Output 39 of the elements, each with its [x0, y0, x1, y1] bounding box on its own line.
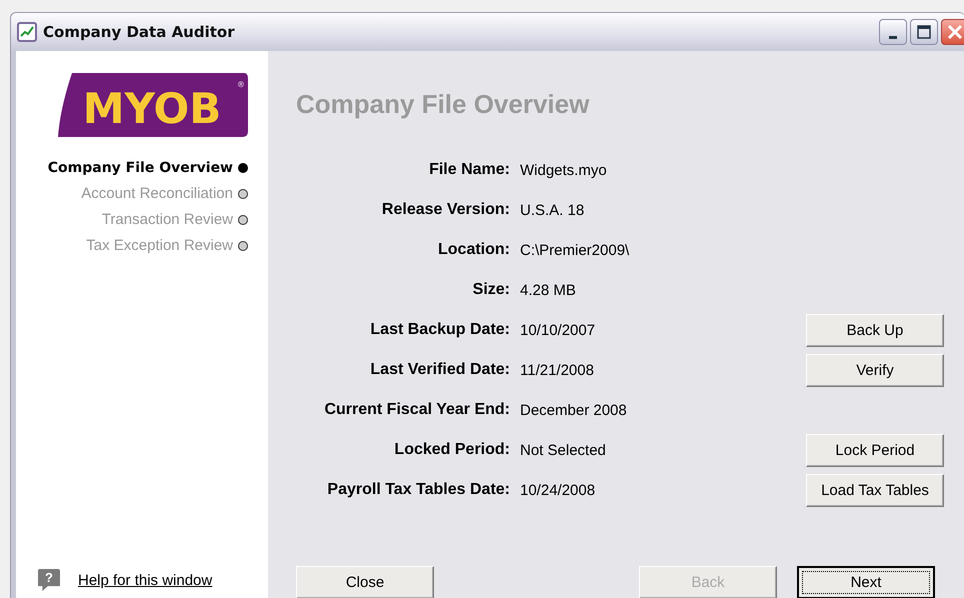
action-button[interactable]: Verify [806, 354, 944, 386]
field-label: Last Verified Date: [369, 361, 510, 379]
step-label: Tax Exception Review [86, 237, 233, 254]
field-value: 11/21/2008 [520, 362, 595, 378]
dialog-button[interactable]: Next [797, 566, 935, 598]
field-value: December 2008 [520, 402, 628, 418]
field-label: Payroll Tax Tables Date: [326, 481, 510, 499]
field-label: Release Version: [380, 201, 510, 219]
help-icon: ? [38, 569, 60, 591]
action-button[interactable]: Back Up [806, 314, 944, 346]
field-label: Last Backup Date: [369, 321, 510, 339]
step-label: Account Reconciliation [81, 185, 233, 202]
page-heading: Company File Overview [296, 89, 590, 120]
field-value: Not Selected [520, 442, 607, 458]
field-label: Locked Period: [393, 441, 510, 459]
step-label: Transaction Review [102, 211, 233, 228]
field-value: 10/24/2008 [520, 482, 596, 498]
field-value: U.S.A. 18 [520, 202, 586, 218]
dialog-button[interactable]: Close [296, 566, 434, 598]
maximize-icon [917, 25, 931, 39]
field-label: Current Fiscal Year End: [323, 401, 510, 419]
field-label: Size: [472, 281, 510, 299]
minimize-icon [889, 36, 897, 38]
field-value: C:\Premier2009\ [520, 242, 630, 258]
close-button[interactable] [941, 19, 964, 45]
field-value: Widgets.myo [520, 162, 608, 178]
window-title: Company Data Auditor [43, 23, 236, 41]
field-value: 10/10/2007 [520, 322, 596, 338]
field-value: 4.28 MB [520, 282, 577, 298]
field-label: File Name: [428, 161, 510, 179]
field-label: Location: [437, 241, 510, 259]
step-label: Company File Overview [48, 160, 233, 176]
close-icon [947, 24, 963, 40]
action-button[interactable]: Load Tax Tables [806, 474, 944, 506]
action-button[interactable]: Lock Period [806, 434, 944, 466]
chart-icon [17, 22, 37, 42]
maximize-button[interactable] [910, 19, 938, 45]
help-link[interactable]: Help for this window [78, 572, 212, 588]
minimize-button[interactable] [879, 19, 907, 45]
